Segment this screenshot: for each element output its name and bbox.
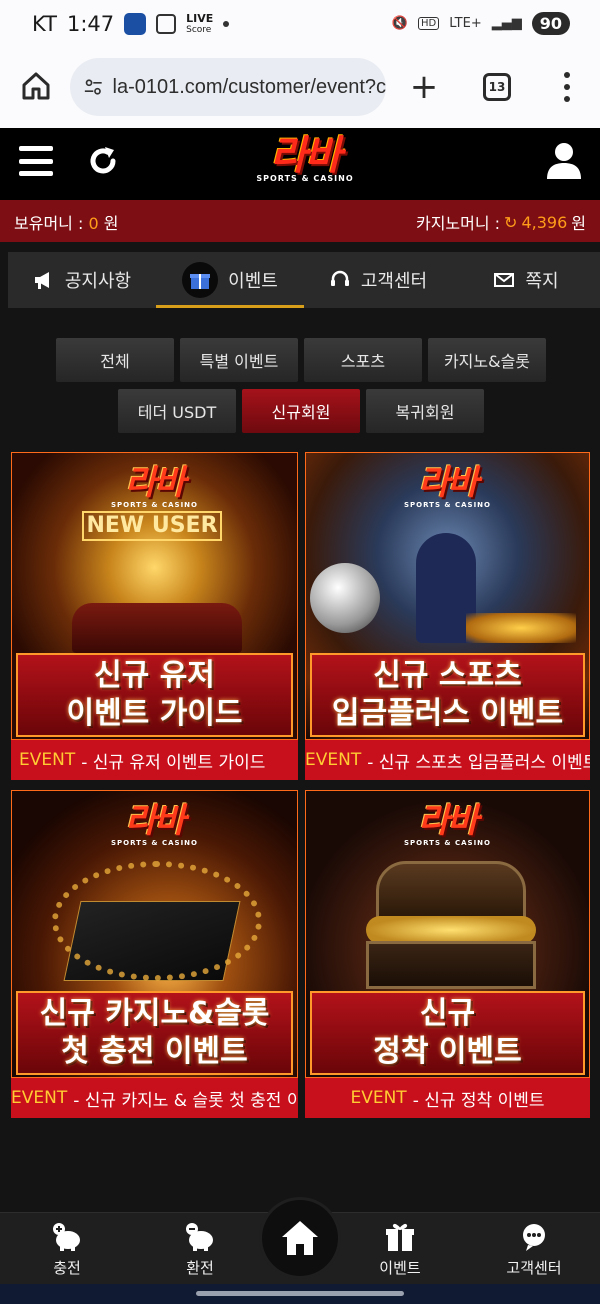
casino-balance: 카지노머니 : ↻ 4,396 원 <box>415 212 586 234</box>
megaphone-icon <box>34 272 49 289</box>
reload-balance-icon[interactable]: ↻ <box>504 213 517 232</box>
category-sports[interactable]: 스포츠 <box>304 338 422 382</box>
tab-messages[interactable]: 쪽지 <box>452 252 600 308</box>
signal-icon: ▂▄▆ <box>491 16 522 31</box>
coin-swirl-image <box>52 861 262 981</box>
site-settings-icon[interactable] <box>84 77 103 97</box>
event-card[interactable]: 라바 SPORTS & CASINO 신규 카지노&슬롯 첫 충전 이벤트 EVE… <box>11 790 298 1118</box>
address-bar[interactable]: la-0101.com/customer/event?c <box>70 58 386 116</box>
category-new-member[interactable]: 신규회원 <box>242 389 360 433</box>
nav-support[interactable]: 고객센터 <box>494 1221 574 1278</box>
category-returning-member[interactable]: 복귀회원 <box>366 389 484 433</box>
withdraw-icon <box>186 1223 213 1251</box>
event-logo: 라바 SPORTS & CASINO <box>403 463 491 509</box>
event-card[interactable]: 라바 SPORTS & CASINO 신규 정착 이벤트 EVENT - 신규 정… <box>305 790 590 1118</box>
category-casino-slot[interactable]: 카지노&슬롯 <box>428 338 546 382</box>
browser-menu-icon[interactable] <box>562 72 572 102</box>
site-logo[interactable]: 라바 SPORTS & CASINO <box>250 134 360 192</box>
app-notification-icon <box>124 13 147 35</box>
event-banner-image: 라바 SPORTS & CASINO 신규 스포츠 입금플러스 이벤트 <box>305 452 590 740</box>
mute-icon: 🔇 <box>391 16 408 31</box>
browser-toolbar: la-0101.com/customer/event?c + 13 <box>0 50 600 128</box>
event-title: - 신규 카지노 & 슬롯 첫 충전 이벤트 <box>73 1090 298 1111</box>
hd-icon: HD <box>418 17 440 30</box>
new-user-sign-image: NEW USER <box>82 511 222 541</box>
nav-events[interactable]: 이벤트 <box>360 1221 440 1278</box>
event-tag: EVENT <box>305 750 362 770</box>
event-card[interactable]: NEW USER 라바 SPORTS & CASINO 신규 유저 이벤트 가이드… <box>11 452 298 780</box>
user-profile-icon[interactable] <box>546 142 582 180</box>
category-tether-usdt[interactable]: 테더 USDT <box>118 389 236 433</box>
status-bar: KT 1:47 LIVE Score 🔇 HD LTE+ ▂▄▆ 90 <box>0 0 600 50</box>
url-text: la-0101.com/customer/event?c <box>112 75 386 98</box>
event-banner-title: 신규 스포츠 입금플러스 이벤트 <box>310 653 585 737</box>
clock: 1:47 <box>66 12 115 36</box>
support-icon <box>523 1224 545 1251</box>
gold-pile-image <box>366 916 536 944</box>
nav-withdraw[interactable]: 환전 <box>160 1221 240 1278</box>
network-type: LTE+ <box>449 16 482 31</box>
system-gesture-bar[interactable] <box>0 1284 600 1304</box>
home-icon <box>282 1221 318 1255</box>
category-all[interactable]: 전체 <box>56 338 174 382</box>
event-tag: EVENT <box>19 750 76 770</box>
hands-illustration <box>72 603 242 653</box>
treasure-chest-image <box>366 941 536 989</box>
live-score-icon: LIVE Score <box>186 11 214 35</box>
event-caption: EVENT - 신규 유저 이벤트 가이드 <box>11 740 298 780</box>
soccer-ball-image <box>310 563 380 633</box>
event-title: - 신규 정착 이벤트 <box>412 1090 545 1111</box>
home-icon[interactable] <box>20 70 52 102</box>
category-special[interactable]: 특별 이벤트 <box>180 338 298 382</box>
event-caption: EVENT - 신규 카지노 & 슬롯 첫 충전 이벤트 <box>11 1078 298 1118</box>
event-title: - 신규 스포츠 입금플러스 이벤트 <box>367 752 590 773</box>
event-banner-image: 라바 SPORTS & CASINO 신규 카지노&슬롯 첫 충전 이벤트 <box>11 790 298 1078</box>
event-tag: EVENT <box>11 1088 68 1108</box>
event-logo: 라바 SPORTS & CASINO <box>110 463 198 509</box>
event-banner-title: 신규 카지노&슬롯 첫 충전 이벤트 <box>16 991 293 1075</box>
home-button[interactable] <box>262 1200 338 1276</box>
event-banner-title: 신규 정착 이벤트 <box>310 991 585 1075</box>
cash-balance: 보유머니 : 0 원 <box>14 214 119 233</box>
mail-icon <box>494 273 515 287</box>
chest-lid-image <box>376 861 526 921</box>
gift-icon <box>386 1223 414 1251</box>
event-title: - 신규 유저 이벤트 가이드 <box>81 752 266 773</box>
event-logo: 라바 SPORTS & CASINO <box>110 801 198 847</box>
refresh-icon[interactable] <box>86 144 120 178</box>
tab-support[interactable]: 고객센터 <box>304 252 452 308</box>
tab-events[interactable]: 이벤트 <box>156 252 304 308</box>
headset-icon <box>330 270 349 286</box>
event-card[interactable]: 라바 SPORTS & CASINO 신규 스포츠 입금플러스 이벤트 EVENT… <box>305 452 590 780</box>
event-banner-title: 신규 유저 이벤트 가이드 <box>16 653 293 737</box>
site-header: 라바 SPORTS & CASINO <box>0 128 600 200</box>
event-logo: 라바 SPORTS & CASINO <box>403 801 491 847</box>
notification-dot-icon <box>223 21 230 27</box>
balance-bar: 보유머니 : 0 원 카지노머니 : ↻ 4,396 원 <box>0 200 600 242</box>
event-tag: EVENT <box>350 1088 407 1108</box>
tab-notice[interactable]: 공지사항 <box>8 252 156 308</box>
event-caption: EVENT - 신규 정착 이벤트 <box>305 1078 590 1118</box>
hamburger-menu-icon[interactable] <box>19 146 53 176</box>
gift-icon <box>182 262 219 298</box>
event-banner-image: NEW USER 라바 SPORTS & CASINO 신규 유저 이벤트 가이드 <box>11 452 298 740</box>
event-banner-image: 라바 SPORTS & CASINO 신규 정착 이벤트 <box>305 790 590 1078</box>
customer-nav-tabs: 공지사항 이벤트 고객센터 쪽지 <box>8 252 600 308</box>
new-tab-icon[interactable]: + <box>408 70 440 104</box>
tab-switcher-button[interactable]: 13 <box>483 73 511 101</box>
deposit-icon <box>53 1223 80 1251</box>
carrier-label: KT <box>32 12 57 36</box>
screenshot-icon <box>156 14 177 34</box>
event-caption: EVENT - 신규 스포츠 입금플러스 이벤트 <box>305 740 590 780</box>
gold-coins-image <box>466 613 576 643</box>
battery-level: 90 <box>531 12 570 35</box>
nav-deposit[interactable]: 충전 <box>27 1221 107 1278</box>
